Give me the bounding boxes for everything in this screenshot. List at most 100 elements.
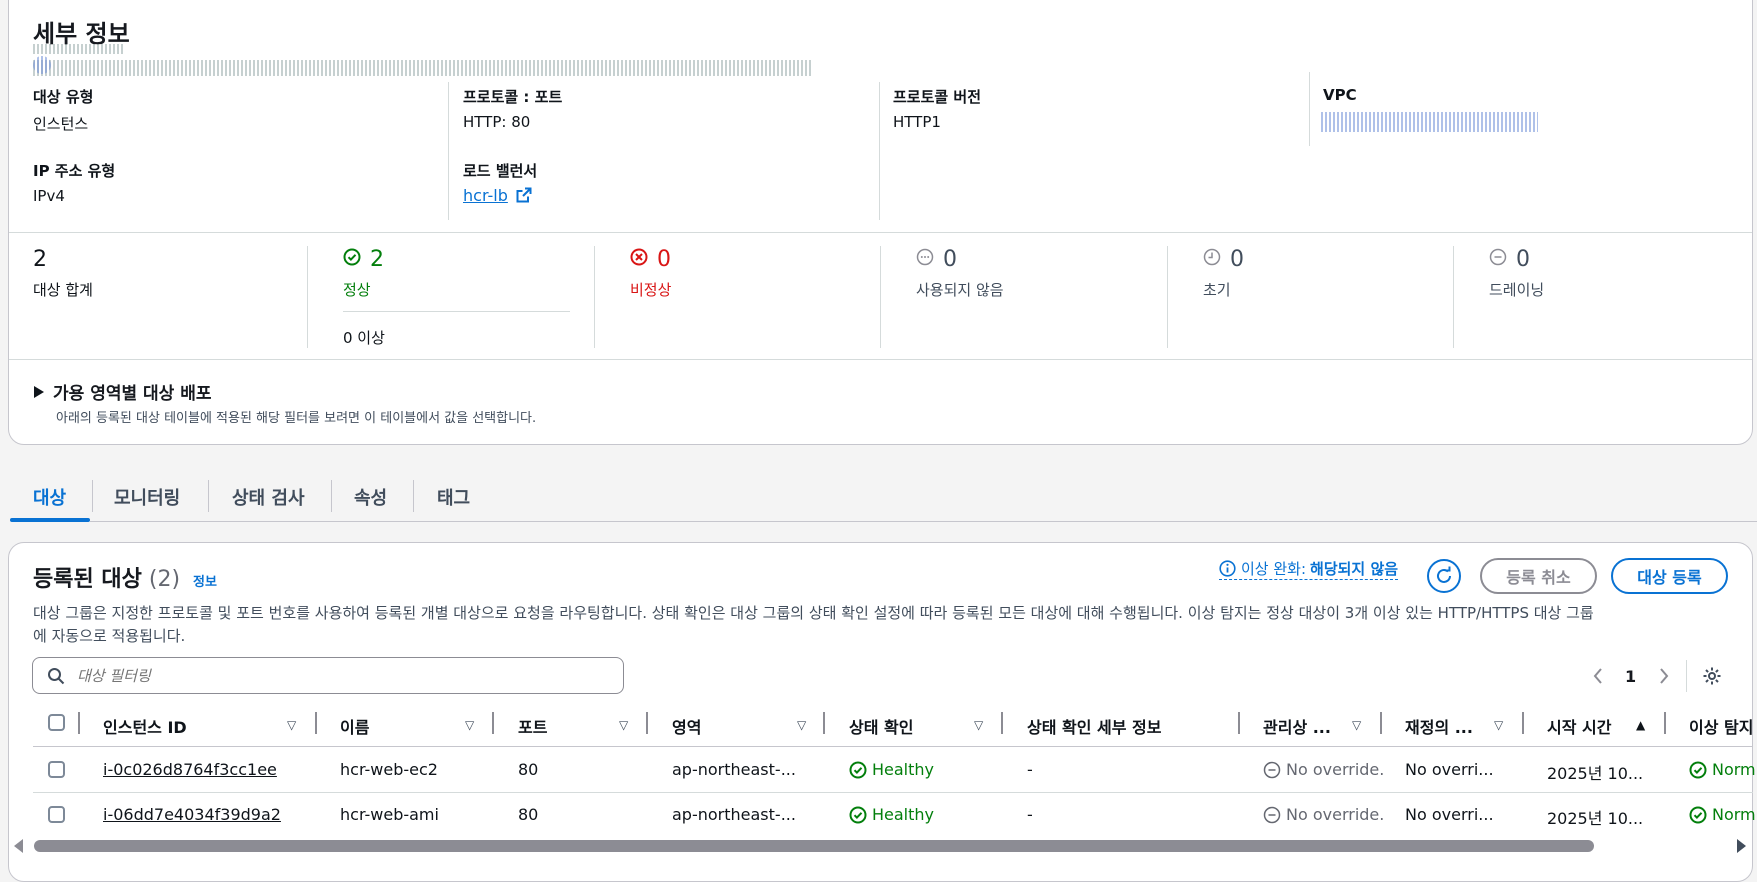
sort-icon[interactable]: ▽ <box>974 718 983 732</box>
load-balancer-value[interactable]: hcr-lb <box>463 186 508 205</box>
column-separator <box>492 712 494 734</box>
col-header-health[interactable]: 상태 확인 <box>849 714 913 738</box>
col-header-anomaly[interactable]: 이상 탐지 <box>1689 714 1753 738</box>
sort-icon[interactable]: ▽ <box>1352 718 1361 732</box>
row-start-time: 2025년 10... <box>1547 764 1644 783</box>
column-separator <box>1380 712 1382 734</box>
divider <box>1167 246 1168 348</box>
column-separator <box>78 712 80 734</box>
tab-attributes[interactable]: 속성 <box>354 484 387 510</box>
col-header-health-details[interactable]: 상태 확인 세부 정보 <box>1027 714 1161 738</box>
draining-count: 0 <box>1516 247 1530 272</box>
row-health-details: - <box>1027 805 1033 824</box>
row-divider <box>33 792 1753 793</box>
redacted-arn-icon <box>33 56 51 74</box>
sort-icon[interactable]: ▽ <box>797 718 806 732</box>
row-anomaly: Norm <box>1712 805 1756 824</box>
sort-icon[interactable]: ▽ <box>1494 718 1503 732</box>
registered-title: 등록된 대상 (2) 정보 <box>33 561 217 593</box>
unhealthy-count: 0 <box>657 247 671 272</box>
az-distribution-toggle[interactable]: 가용 영역별 대상 배포 <box>33 379 212 404</box>
scroll-right-icon[interactable] <box>1736 839 1746 853</box>
row-checkbox[interactable] <box>48 806 65 823</box>
col-header-override[interactable]: 재정의 ... <box>1405 714 1473 738</box>
page-number[interactable]: 1 <box>1625 667 1636 686</box>
initial-label: 초기 <box>1203 281 1231 299</box>
instance-id-link[interactable]: i-06dd7e4034f39d9a2 <box>103 805 281 824</box>
registered-desc-line1: 대상 그룹은 지정한 프로토콜 및 포트 번호를 사용하여 등록된 개별 대상으… <box>33 604 1594 622</box>
divider <box>879 82 880 220</box>
scroll-left-icon[interactable] <box>14 839 24 853</box>
column-separator <box>1522 712 1524 734</box>
deregister-button[interactable]: 등록 취소 <box>1480 558 1597 594</box>
status-draining-icon <box>1489 248 1507 266</box>
details-divider <box>9 232 1752 233</box>
target-type-value: 인스턴스 <box>33 115 89 133</box>
tab-divider <box>92 480 93 512</box>
col-header-zone[interactable]: 영역 <box>672 714 701 738</box>
col-header-instance-id[interactable]: 인스턴스 ID <box>103 714 187 738</box>
column-separator <box>1238 712 1240 734</box>
divider <box>307 246 308 348</box>
healthy-label: 정상 <box>343 281 371 299</box>
search-icon <box>48 667 65 684</box>
horizontal-scrollbar[interactable] <box>14 838 1750 854</box>
normal-icon <box>1689 806 1707 824</box>
instance-id-link[interactable]: i-0c026d8764f3cc1ee <box>103 760 277 779</box>
ip-type-label: IP 주소 유형 <box>33 162 116 180</box>
sort-ascending-icon[interactable]: ▲ <box>1636 718 1645 732</box>
az-distribution-title: 가용 영역별 대상 배포 <box>53 384 212 404</box>
row-override: No overri... <box>1405 805 1494 824</box>
tabs-baseline <box>90 521 1757 522</box>
filter-input-wrapper[interactable] <box>32 657 624 694</box>
protocol-port-label: 프로토콜 : 포트 <box>463 88 563 106</box>
healthy-icon <box>849 806 867 824</box>
col-header-port[interactable]: 포트 <box>518 714 547 738</box>
row-name: hcr-web-ami <box>340 805 439 824</box>
col-header-start-time[interactable]: 시작 시간 <box>1547 714 1611 738</box>
load-balancer-link[interactable]: hcr-lb <box>463 186 532 205</box>
select-all-checkbox[interactable] <box>48 714 65 731</box>
tab-health-checks[interactable]: 상태 검사 <box>232 484 305 510</box>
vpc-link-redacted[interactable] <box>1321 112 1538 132</box>
column-separator <box>1664 712 1666 734</box>
refresh-button[interactable] <box>1427 559 1461 593</box>
anomaly-count: 0 이상 <box>343 329 385 347</box>
tab-divider <box>413 480 414 512</box>
caret-right-icon <box>34 385 44 398</box>
row-anomaly: Norm <box>1712 760 1756 779</box>
sort-icon[interactable]: ▽ <box>619 718 628 732</box>
column-separator <box>1001 712 1003 734</box>
tab-active-indicator <box>10 518 90 522</box>
row-health-details: - <box>1027 760 1033 779</box>
tab-tags[interactable]: 태그 <box>437 484 470 510</box>
divider <box>594 246 595 348</box>
col-header-admin[interactable]: 관리상 ... <box>1263 714 1331 738</box>
az-distribution-desc: 아래의 등록된 대상 테이블에 적용된 해당 필터를 보려면 이 테이블에서 값… <box>56 411 537 426</box>
sort-icon[interactable]: ▽ <box>465 718 474 732</box>
anomaly-mitigation[interactable]: 이상 완화: 해당되지 않음 <box>1219 558 1399 580</box>
mitigation-value: 해당되지 않음 <box>1310 560 1399 578</box>
register-targets-button[interactable]: 대상 등록 <box>1611 558 1728 594</box>
info-link[interactable]: 정보 <box>193 575 217 590</box>
column-separator <box>315 712 317 734</box>
col-header-name[interactable]: 이름 <box>340 714 369 738</box>
row-zone: ap-northeast-... <box>672 805 796 824</box>
registered-desc-line2: 에 자동으로 적용됩니다. <box>33 627 186 645</box>
total-label: 대상 합계 <box>33 281 93 299</box>
table-header-divider <box>33 746 1753 747</box>
prev-page-icon[interactable] <box>1592 667 1604 685</box>
filter-input[interactable] <box>75 665 599 686</box>
scrollbar-thumb[interactable] <box>34 840 1594 852</box>
row-port: 80 <box>518 760 539 779</box>
tab-targets[interactable]: 대상 <box>33 484 66 510</box>
protocol-version-label: 프로토콜 버전 <box>893 88 982 106</box>
row-checkbox[interactable] <box>48 761 65 778</box>
tab-monitoring[interactable]: 모니터링 <box>114 484 180 510</box>
next-page-icon[interactable] <box>1658 667 1670 685</box>
settings-icon[interactable] <box>1702 666 1722 686</box>
row-admin-override: No override. <box>1286 760 1385 779</box>
row-name: hcr-web-ec2 <box>340 760 438 779</box>
sort-icon[interactable]: ▽ <box>287 718 296 732</box>
divider <box>1309 72 1310 146</box>
